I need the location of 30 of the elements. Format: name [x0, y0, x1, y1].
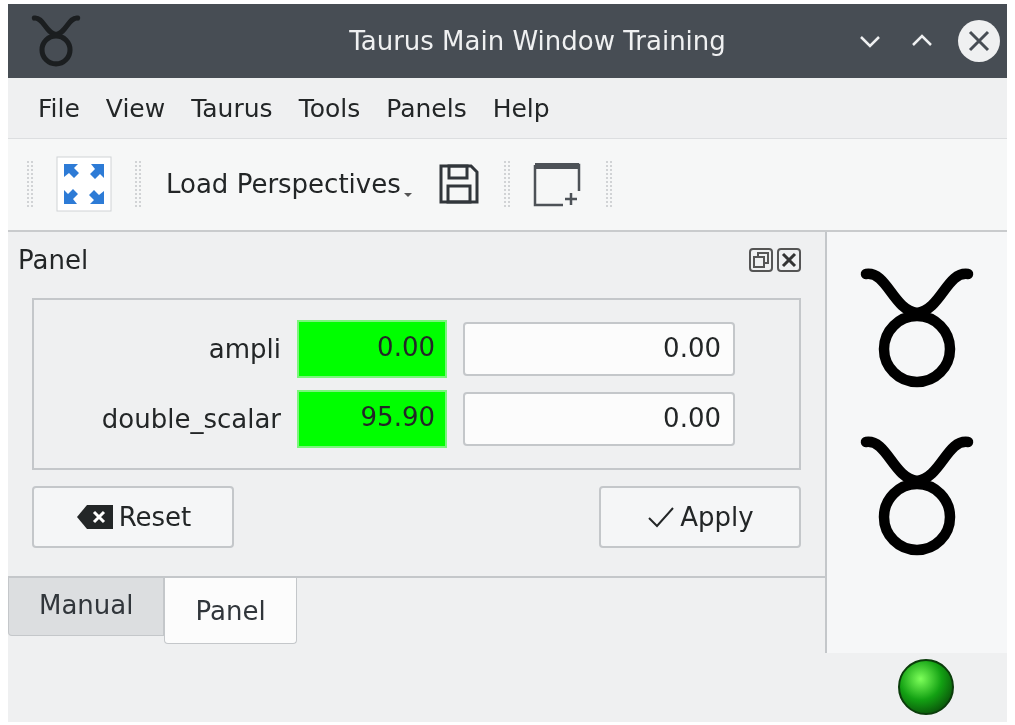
- value-reading: 95.90: [297, 390, 447, 449]
- backspace-icon: [74, 504, 115, 531]
- tab[interactable]: Panel: [164, 578, 297, 645]
- attribute-label: double_scalar: [100, 404, 281, 435]
- window-title: Taurus Main Window Training: [348, 26, 727, 57]
- apply-button[interactable]: Apply: [599, 486, 801, 549]
- fullscreen-icon[interactable]: [56, 156, 112, 213]
- new-window-icon[interactable]: [532, 161, 583, 208]
- toolbar-grip-icon[interactable]: [134, 159, 142, 210]
- toolbar-grip-icon[interactable]: [26, 159, 34, 210]
- menu-item[interactable]: File: [28, 89, 90, 127]
- float-icon[interactable]: [749, 248, 773, 273]
- menu-item[interactable]: View: [95, 89, 176, 127]
- dropdown-arrow-icon: [402, 191, 413, 200]
- reset-button[interactable]: Reset: [32, 486, 234, 549]
- value-input-field[interactable]: 0.00: [463, 392, 735, 447]
- tab[interactable]: Manual: [8, 578, 165, 637]
- close-icon[interactable]: [777, 248, 801, 273]
- toolbar-grip-icon[interactable]: [502, 159, 511, 210]
- menu-item[interactable]: Help: [482, 89, 560, 127]
- menu-item[interactable]: Tools: [288, 89, 371, 127]
- load-perspectives-button[interactable]: Load Perspectives: [164, 165, 415, 204]
- menu-item[interactable]: Taurus: [181, 89, 283, 127]
- menu-item[interactable]: Panels: [376, 89, 477, 127]
- attribute-label: ampli: [207, 334, 281, 365]
- value-input-field[interactable]: 0.00: [463, 322, 735, 377]
- value-reading: 0.00: [297, 320, 447, 379]
- close-icon[interactable]: [957, 19, 1001, 64]
- toolbar-grip-icon[interactable]: [604, 159, 613, 210]
- dock-title: Panel: [18, 245, 90, 276]
